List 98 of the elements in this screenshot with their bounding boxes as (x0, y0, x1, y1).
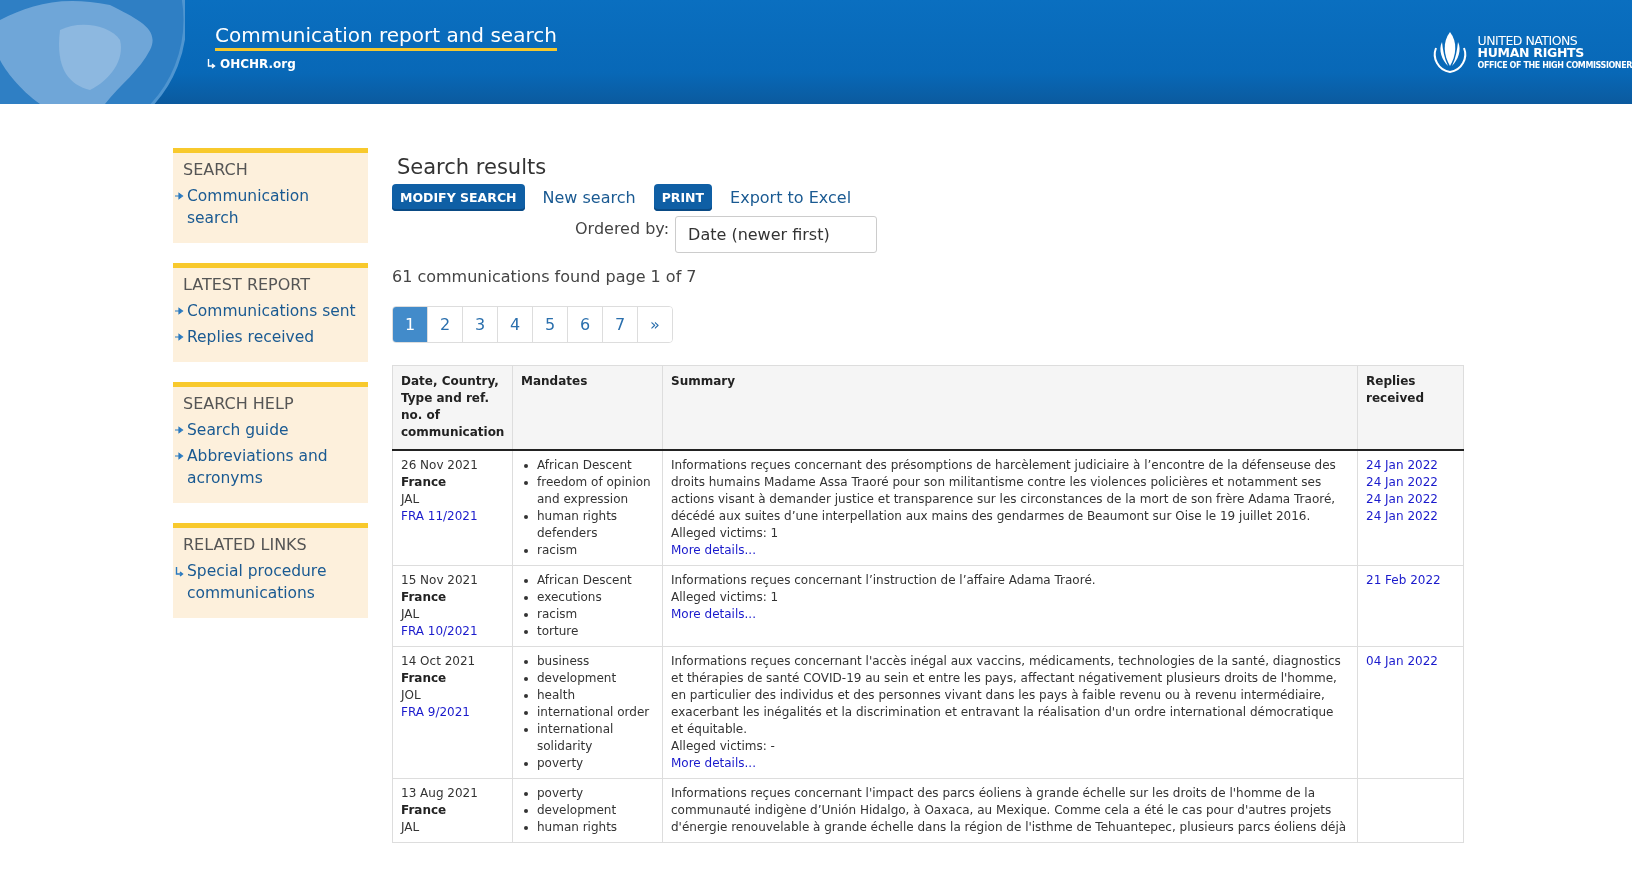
order-label: Ordered by: (575, 219, 670, 238)
mandate-text: racism (537, 543, 578, 557)
mandate-text: poverty (537, 786, 584, 800)
mandate-text: executions (537, 590, 602, 604)
bullet-icon (524, 549, 528, 553)
bullet-icon (524, 464, 528, 468)
arrow-icon (175, 307, 184, 315)
mandate-text: African Descent (537, 458, 632, 472)
reply-date-link[interactable]: 24 Jan 2022 (1366, 508, 1438, 525)
bullet-icon (524, 809, 528, 813)
bullet-icon (524, 515, 528, 519)
summary-text: Informations reçues concernant l'impact des parcs éoliens à grande échelle sur les droits de l'homme de la communauté indigène d’Unión Hidalgo, à Oaxaca, au Mexique. Comme cela a été le cas pour d'autres projets d'énergie renouvelable à grande échelle dans la région de l'isthme de Tehuantepec, plusieurs parcs éoliens déjà (671, 785, 1348, 836)
return-arrow-icon (207, 59, 216, 69)
type-text: JAL (401, 819, 421, 836)
mandate-text: poverty (537, 756, 584, 770)
bullet-icon (524, 596, 528, 600)
results-count: 61 communications found page 1 of 7 (392, 267, 698, 286)
mandate-text: development (537, 671, 617, 685)
action-link[interactable]: New search (542, 188, 636, 207)
mandate-text: international order (537, 705, 650, 719)
type-text: JAL (401, 606, 421, 623)
logo-text: HUMAN RIGHTS (1477, 47, 1586, 60)
column-header: Mandates (512, 365, 663, 450)
reply-date-link[interactable]: 04 Jan 2022 (1366, 653, 1438, 670)
action-button[interactable]: PRINT (653, 184, 713, 211)
summary-text: Informations reçues concernant l'accès inégal aux vaccins, médicaments, technologies de la santé, diagnostics et thérapies de santé COVID-19 au sein et entre les pays, affectant négativement plusieurs droits de l'homme, en particulier des individus et des personnes vivant dans les pays à faible revenu ou à revenu intermédiaire, exacerbant les inégalités et la discrimination et entravant la réalisation d'un ordre international démocratique et équitable. (671, 653, 1342, 738)
more-details-link[interactable]: More details... (671, 606, 756, 623)
summary-text: Informations reçues concernant des présomptions de harcèlement judiciaire à l’encontre de la défenseuse des droits humains Madame Assa Traoré pour son militantisme contre les violences policières et notamment ses actions visant à demander justice et transparence sur les circonstances de la mort de son frère Adama Traoré, décédé aux suites d’une interpellation aux mains des gendarmes de Beaumont sur Oise le 19 juillet 2016. (671, 457, 1337, 525)
bullet-icon (524, 762, 528, 766)
bullet-icon (524, 711, 528, 715)
mandate-text: human rights (537, 820, 618, 834)
ohchr-link[interactable]: OHCHR.org (220, 57, 296, 71)
bullet-icon (524, 579, 528, 583)
action-button[interactable]: MODIFY SEARCH (392, 184, 525, 211)
sidebar-link[interactable]: Abbreviations and acronyms (187, 445, 362, 489)
more-details-link[interactable]: More details... (671, 542, 756, 559)
reply-date-link[interactable]: 21 Feb 2022 (1366, 572, 1441, 589)
arrow-icon (175, 452, 184, 460)
mandate-text: health (537, 688, 575, 702)
country-text: France (401, 802, 448, 819)
sidebar-link[interactable]: Search guide (187, 419, 289, 441)
reference-link[interactable]: FRA 9/2021 (401, 704, 470, 721)
reply-date-link[interactable]: 24 Jan 2022 (1366, 491, 1438, 508)
victims-text: Alleged victims: - (671, 738, 776, 755)
mandate-text: business (537, 654, 590, 668)
reference-link[interactable]: FRA 10/2021 (401, 623, 478, 640)
country-text: France (401, 589, 448, 606)
date-text: 14 Oct 2021 (401, 653, 477, 670)
bullet-icon (524, 826, 528, 830)
sidebar-heading: SEARCH HELP (183, 393, 295, 415)
date-text: 13 Aug 2021 (401, 785, 479, 802)
arrow-icon (175, 192, 184, 200)
sidebar-heading: LATEST REPORT (183, 274, 312, 296)
arrow-icon (175, 426, 184, 434)
logo-text: UNITED NATIONS (1477, 34, 1579, 47)
order-select[interactable]: Date (newer first) (675, 216, 878, 253)
logo-text: OFFICE OF THE HIGH COMMISSIONER (1477, 61, 1632, 70)
column-header: Summary (662, 365, 1358, 450)
country-text: France (401, 474, 448, 491)
date-text: 26 Nov 2021 (401, 457, 479, 474)
sidebar-link[interactable]: Communication search (187, 185, 362, 229)
victims-text: Alleged victims: 1 (671, 525, 780, 542)
sidebar-link[interactable]: Replies received (187, 326, 315, 348)
bullet-icon (524, 660, 528, 664)
bullet-icon (524, 792, 528, 796)
type-text: JOL (401, 687, 422, 704)
reference-link[interactable]: FRA 11/2021 (401, 508, 478, 525)
page-title: Communication report and search (215, 23, 557, 51)
page-link[interactable]: 1 (393, 307, 427, 342)
bullet-icon (524, 481, 528, 485)
date-text: 15 Nov 2021 (401, 572, 479, 589)
mandate-text: racism (537, 607, 578, 621)
action-link[interactable]: Export to Excel (730, 188, 852, 207)
sidebar-heading: SEARCH (183, 159, 249, 181)
column-header: Date, Country, Type and ref. no. of communication (392, 365, 513, 450)
reply-date-link[interactable]: 24 Jan 2022 (1366, 457, 1438, 474)
return-arrow-icon (175, 567, 184, 577)
bullet-icon (524, 694, 528, 698)
summary-text: Informations reçues concernant l’instruction de l’affaire Adama Traoré. (671, 572, 1097, 589)
results-title: Search results (397, 154, 548, 180)
victims-text: Alleged victims: 1 (671, 589, 780, 606)
bullet-icon (524, 613, 528, 617)
bullet-icon (524, 728, 528, 732)
reply-date-link[interactable]: 24 Jan 2022 (1366, 474, 1438, 491)
sidebar-link[interactable]: Communications sent (187, 300, 356, 322)
type-text: JAL (401, 491, 421, 508)
mandate-text: development (537, 803, 617, 817)
bullet-icon (524, 677, 528, 681)
bullet-icon (524, 630, 528, 634)
page-link[interactable]: » (637, 307, 672, 342)
more-details-link[interactable]: More details... (671, 755, 756, 772)
arrow-icon (175, 333, 184, 341)
sidebar-link[interactable]: Special procedure communications (187, 560, 362, 604)
mandate-text: African Descent (537, 573, 632, 587)
mandate-text: torture (537, 624, 579, 638)
sidebar-heading: RELATED LINKS (183, 534, 308, 556)
column-header: Replies received (1357, 365, 1464, 450)
country-text: France (401, 670, 448, 687)
